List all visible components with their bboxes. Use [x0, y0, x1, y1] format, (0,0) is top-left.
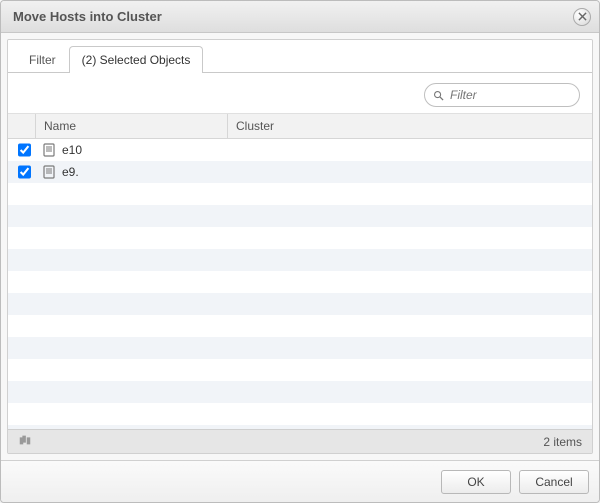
grid-header: Name Cluster	[8, 114, 592, 139]
table-row	[8, 315, 592, 337]
close-button[interactable]	[573, 8, 591, 26]
table-row	[8, 381, 592, 403]
search-icon	[433, 90, 444, 101]
copy-icon[interactable]	[18, 434, 32, 449]
grid: Name Cluster e10 e9.	[8, 113, 592, 429]
dialog-title: Move Hosts into Cluster	[13, 9, 573, 24]
table-row	[8, 227, 592, 249]
row-checkbox[interactable]	[18, 143, 31, 157]
table-row	[8, 403, 592, 425]
table-row	[8, 205, 592, 227]
tabs: Filter (2) Selected Objects	[8, 40, 592, 73]
ok-button[interactable]: OK	[441, 470, 511, 494]
status-count: 2 items	[543, 435, 582, 449]
toolbar	[8, 73, 592, 113]
filter-box[interactable]	[424, 83, 580, 107]
table-row	[8, 337, 592, 359]
close-icon	[578, 12, 587, 21]
header-cluster[interactable]: Cluster	[228, 114, 592, 138]
table-row	[8, 359, 592, 381]
statusbar: 2 items	[8, 429, 592, 453]
table-row[interactable]: e9.	[8, 161, 592, 183]
table-row	[8, 249, 592, 271]
tab-selected-objects[interactable]: (2) Selected Objects	[69, 46, 204, 73]
table-row	[8, 183, 592, 205]
titlebar: Move Hosts into Cluster	[1, 1, 599, 33]
header-check	[8, 114, 36, 138]
tab-filter[interactable]: Filter	[16, 46, 69, 73]
table-row[interactable]: e10	[8, 139, 592, 161]
row-name: e10	[62, 143, 82, 157]
row-checkbox[interactable]	[18, 165, 31, 179]
host-icon	[42, 165, 56, 179]
cancel-button[interactable]: Cancel	[519, 470, 589, 494]
host-icon	[42, 143, 56, 157]
row-name: e9.	[62, 165, 79, 179]
grid-body: e10 e9.	[8, 139, 592, 429]
footer: OK Cancel	[1, 460, 599, 502]
page: Filter (2) Selected Objects Name Cluster	[7, 39, 593, 454]
header-name[interactable]: Name	[36, 114, 228, 138]
table-row	[8, 293, 592, 315]
filter-input[interactable]	[448, 87, 593, 103]
table-row	[8, 271, 592, 293]
dialog: Move Hosts into Cluster Filter (2) Selec…	[0, 0, 600, 503]
